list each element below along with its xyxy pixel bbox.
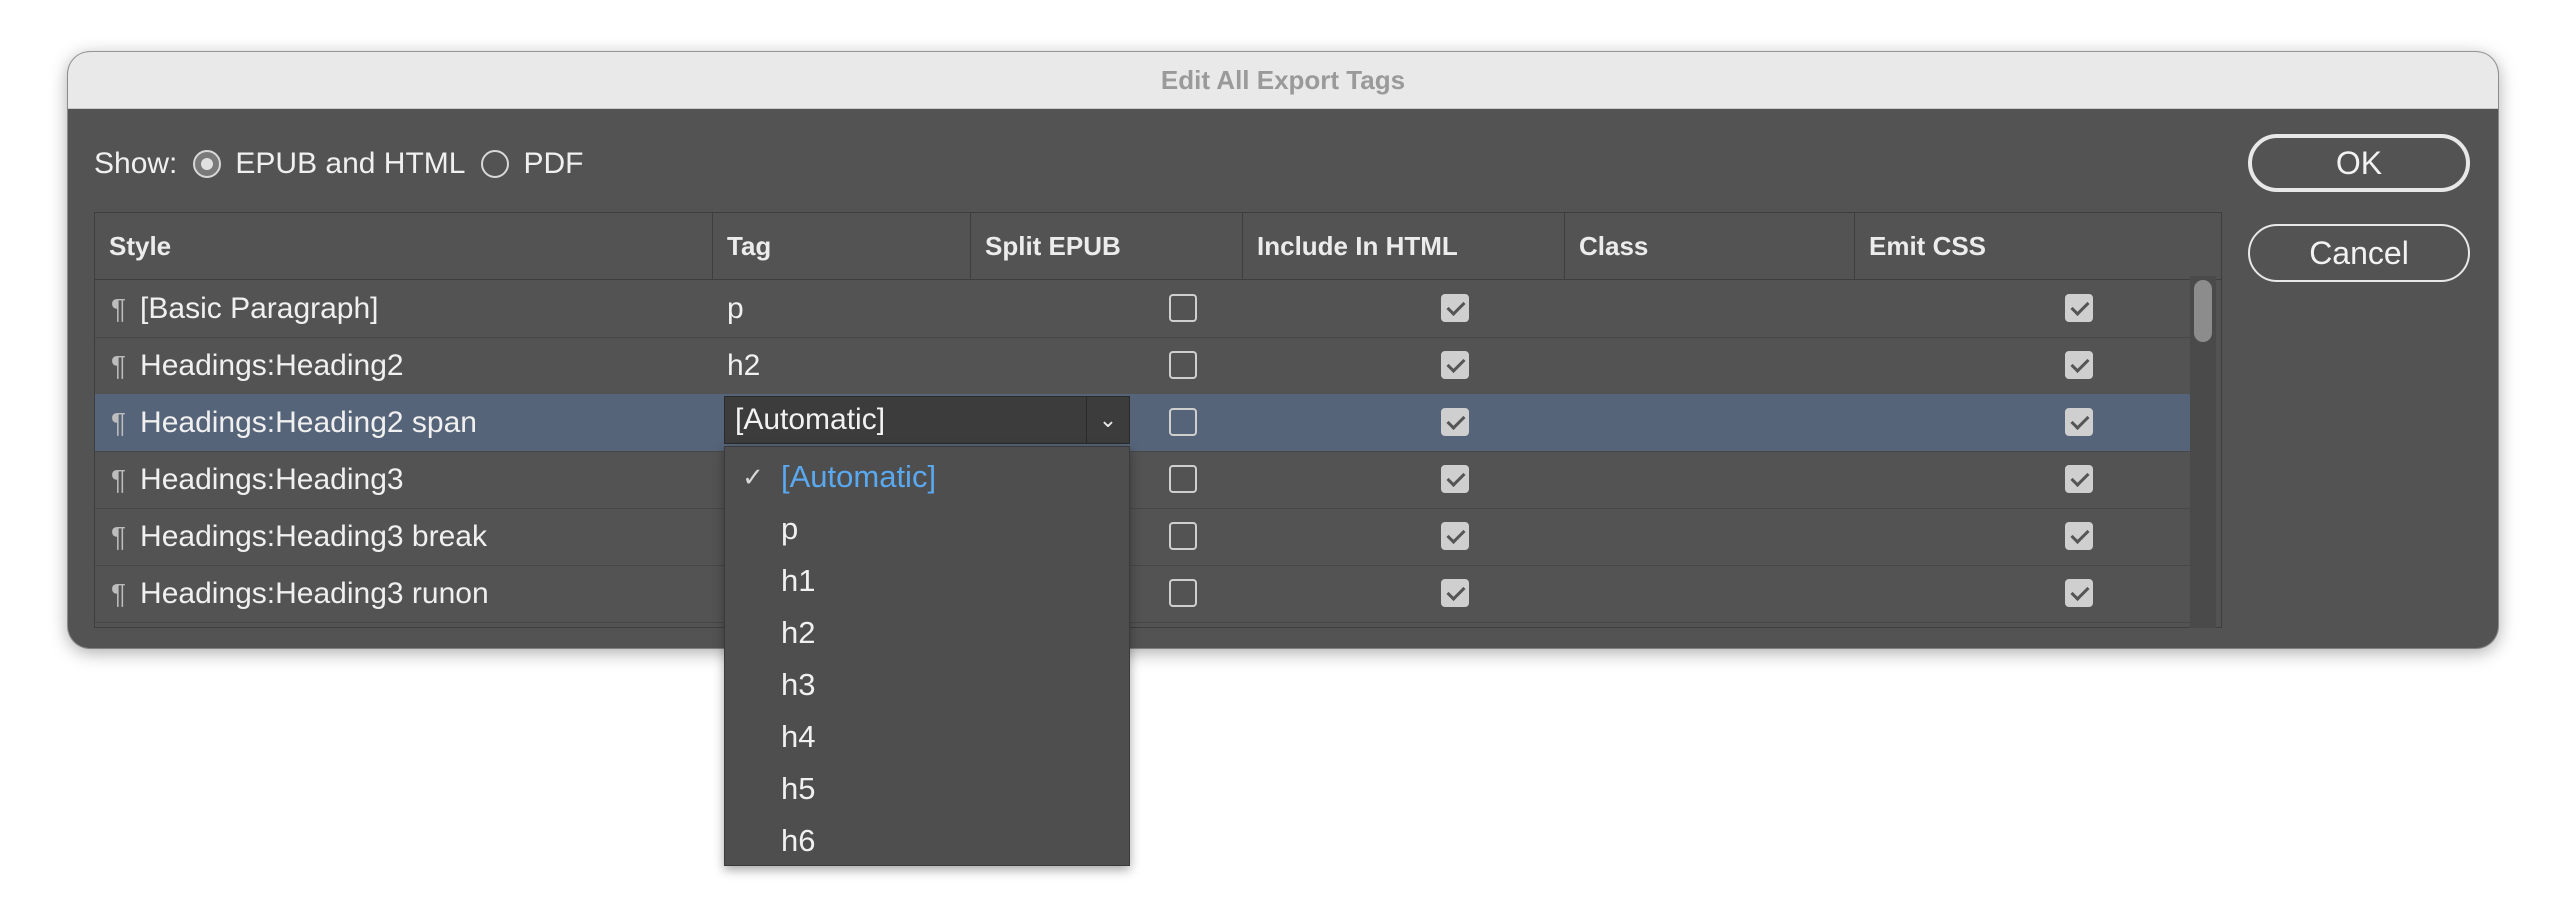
dropdown-option[interactable]: h3 (725, 659, 1129, 711)
include-html-checkbox[interactable] (1441, 351, 1469, 379)
paragraph-icon: ¶ (111, 292, 127, 324)
chevron-down-icon[interactable]: ⌄ (1086, 397, 1129, 443)
header-include-html[interactable]: Include In HTML (1243, 213, 1565, 279)
include-html-checkbox[interactable] (1441, 465, 1469, 493)
tag-cell[interactable]: p (727, 280, 744, 337)
table-row[interactable]: ¶ Headings:Heading2 span (95, 394, 2191, 452)
dropdown-option-label: h4 (781, 719, 816, 754)
style-cell: ¶ Headings:Heading2 span (111, 394, 477, 451)
table-row[interactable]: ¶ Headings:Heading3 (95, 451, 2191, 509)
emit-css-checkbox[interactable] (2065, 351, 2093, 379)
emit-css-checkbox[interactable] (2065, 465, 2093, 493)
dropdown-option[interactable]: h2 (725, 607, 1129, 659)
header-class[interactable]: Class (1565, 213, 1855, 279)
radio-pdf-label[interactable]: PDF (523, 147, 583, 181)
emit-css-checkbox[interactable] (2065, 408, 2093, 436)
radio-pdf[interactable] (481, 150, 510, 178)
paragraph-icon: ¶ (111, 406, 127, 438)
tag-select[interactable]: [Automatic] ⌄ (724, 396, 1130, 444)
dropdown-option-label: h3 (781, 667, 816, 702)
dropdown-option[interactable]: h1 (725, 555, 1129, 607)
header-split-epub[interactable]: Split EPUB (971, 213, 1243, 279)
split-epub-checkbox[interactable] (1169, 579, 1197, 607)
table-row[interactable]: ¶ Headings:Heading2 h2 (95, 337, 2191, 395)
show-label: Show: (94, 147, 178, 180)
emit-css-checkbox[interactable] (2065, 579, 2093, 607)
include-html-checkbox[interactable] (1441, 408, 1469, 436)
style-cell: ¶ [Basic Paragraph] (111, 280, 379, 337)
split-epub-checkbox[interactable] (1169, 294, 1197, 322)
checkmark-icon: ✓ (742, 461, 764, 492)
include-html-checkbox[interactable] (1441, 522, 1469, 550)
style-name: Headings:Heading3 (140, 462, 404, 496)
style-name: Headings:Heading2 (140, 348, 404, 382)
dropdown-option-label: p (781, 511, 799, 546)
style-cell: ¶ Headings:Heading3 break (111, 508, 487, 565)
include-html-checkbox[interactable] (1441, 294, 1469, 322)
dropdown-option-label: [Automatic] (781, 459, 937, 494)
split-epub-checkbox[interactable] (1169, 522, 1197, 550)
split-epub-checkbox[interactable] (1169, 351, 1197, 379)
include-html-checkbox[interactable] (1441, 579, 1469, 607)
dropdown-option[interactable]: h6 (725, 815, 1129, 867)
dropdown-option-label: h6 (781, 823, 816, 858)
dropdown-option-label: h5 (781, 771, 816, 806)
table-header: Style Tag Split EPUB Include In HTML Cla… (95, 213, 2221, 280)
header-style[interactable]: Style (95, 213, 713, 279)
show-filter: Show: EPUB and HTML PDF (94, 136, 583, 192)
scrollbar-thumb[interactable] (2194, 280, 2212, 342)
style-cell: ¶ Headings:Heading3 (111, 451, 404, 508)
style-cell: ¶ Headings:Heading3 runon (111, 565, 489, 622)
emit-css-checkbox[interactable] (2065, 522, 2093, 550)
paragraph-icon: ¶ (111, 577, 127, 609)
dropdown-option[interactable]: h4 (725, 711, 1129, 763)
radio-epub-html[interactable] (193, 150, 222, 178)
tag-cell[interactable]: h2 (727, 337, 760, 394)
dropdown-option-label: h2 (781, 615, 816, 650)
dropdown-option-label: h1 (781, 563, 816, 598)
split-epub-checkbox[interactable] (1169, 408, 1197, 436)
table-row[interactable]: ¶ Headings:Heading3 break (95, 508, 2191, 566)
table-row[interactable]: ¶ [Basic Paragraph] p (95, 280, 2191, 338)
edit-export-tags-dialog: Edit All Export Tags Show: EPUB and HTML… (68, 52, 2498, 648)
paragraph-icon: ¶ (111, 520, 127, 552)
dropdown-option[interactable]: p (725, 503, 1129, 555)
table-scrollbar[interactable] (2190, 276, 2216, 628)
emit-css-checkbox[interactable] (2065, 294, 2093, 322)
table-row[interactable]: ¶ Headings:Heading3 runon (95, 565, 2191, 623)
dropdown-option[interactable]: h5 (725, 763, 1129, 815)
style-cell: ¶ Headings:Heading2 (111, 337, 404, 394)
paragraph-icon: ¶ (111, 463, 127, 495)
style-name: Headings:Heading2 span (140, 405, 477, 439)
dialog-title: Edit All Export Tags (68, 52, 2498, 109)
ok-button[interactable]: OK (2248, 134, 2470, 192)
tag-select-value: [Automatic] (735, 403, 886, 436)
style-name: Headings:Heading3 break (140, 519, 487, 553)
dropdown-option[interactable]: ✓ [Automatic] (725, 451, 1129, 503)
style-name: Headings:Heading3 runon (140, 576, 489, 610)
header-emit-css[interactable]: Emit CSS (1855, 213, 2221, 279)
cancel-button[interactable]: Cancel (2248, 224, 2470, 282)
paragraph-icon: ¶ (111, 349, 127, 381)
radio-epub-html-label[interactable]: EPUB and HTML (235, 147, 465, 181)
tag-dropdown-menu: ✓ [Automatic] p h1 h2 h3 h4 h5 h6 (724, 446, 1130, 866)
export-tags-table: Style Tag Split EPUB Include In HTML Cla… (94, 212, 2222, 628)
style-name: [Basic Paragraph] (140, 291, 379, 325)
header-tag[interactable]: Tag (713, 213, 971, 279)
split-epub-checkbox[interactable] (1169, 465, 1197, 493)
